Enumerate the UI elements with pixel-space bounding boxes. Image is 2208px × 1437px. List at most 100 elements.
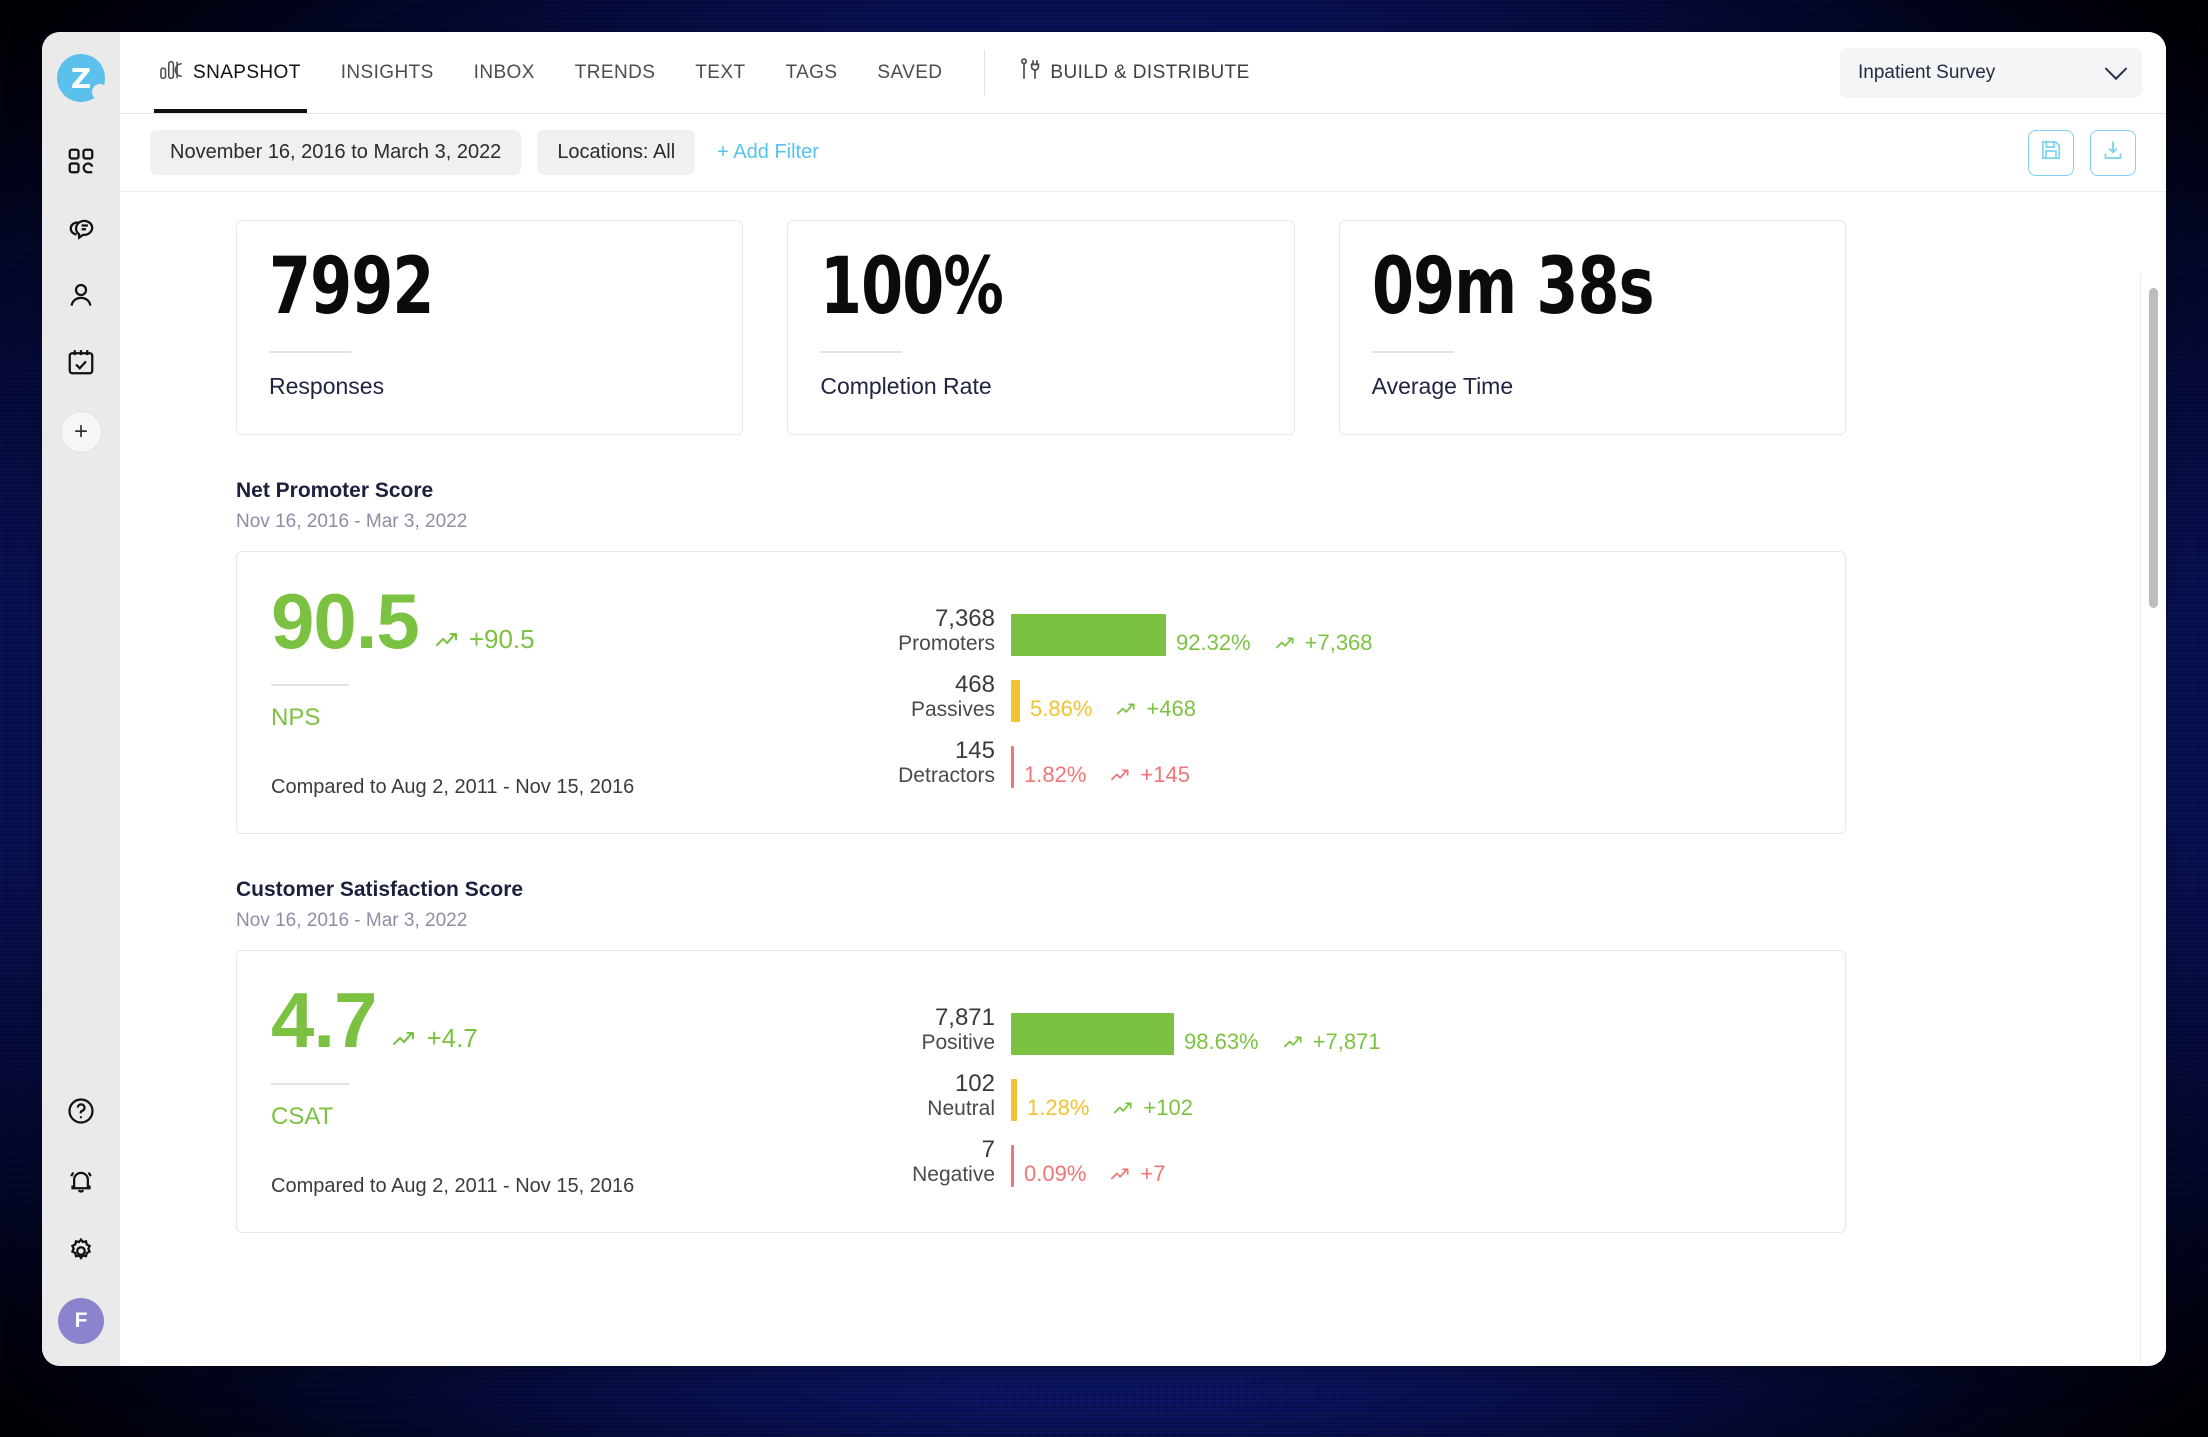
tab-trends[interactable]: TRENDS (555, 32, 676, 113)
locations-filter[interactable]: Locations: All (537, 130, 696, 175)
main-area: SNAPSHOT INSIGHTS INBOX TRENDS TEXT TAGS (120, 32, 2166, 1366)
date-range-filter[interactable]: November 16, 2016 to March 3, 2022 (150, 130, 522, 175)
csat-label: CSAT (271, 1103, 334, 1130)
kpi-value: 7992 (269, 242, 434, 332)
breakdown-labels: 102 Neutral (831, 1069, 1011, 1121)
breakdown-percent: 0.09% (1024, 1161, 1087, 1186)
breakdown-bar-area: 98.63% +7,871 (1011, 1013, 1811, 1055)
breakdown-count: 102 (954, 1069, 995, 1097)
breakdown-trend: +102 (1113, 1095, 1193, 1121)
breakdown-percent: 5.86% (1030, 696, 1093, 721)
add-button[interactable]: + (60, 411, 102, 453)
toolbar-actions (2028, 129, 2136, 176)
breakdown-trend: +468 (1116, 696, 1196, 722)
sidebar-item-help[interactable] (58, 1088, 104, 1134)
kpi-label: Responses (269, 372, 385, 399)
csat-delta: +4.7 (392, 1023, 478, 1054)
app-logo[interactable]: Z (57, 54, 108, 102)
section-subtitle: Nov 16, 2016 - Mar 3, 2022 (236, 511, 468, 532)
tab-tags[interactable]: TAGS (765, 32, 857, 113)
survey-selector-value: Inpatient Survey (1858, 61, 1996, 83)
tab-text[interactable]: TEXT (675, 32, 765, 113)
plus-icon: + (73, 418, 88, 445)
tab-snapshot[interactable]: SNAPSHOT (140, 32, 321, 113)
breakdown-bar (1011, 746, 1014, 788)
kpi-label: Completion Rate (820, 372, 992, 399)
breakdown-row: 468 Passives 5.86% +468 (831, 656, 1811, 722)
breakdown-bar-area: 1.82% +145 (1011, 746, 1811, 788)
tab-snapshot-label: SNAPSHOT (193, 61, 301, 83)
trend-up-icon (1110, 1161, 1132, 1187)
trend-up-icon (1116, 696, 1138, 722)
nps-card: 90.5 +90.5 NPS Compared to Aug 2, 2011 -… (236, 551, 1846, 834)
scrollbar-thumb[interactable] (2149, 288, 2158, 608)
sidebar-item-inbox[interactable] (58, 205, 104, 251)
csat-score-row: 4.7 +4.7 (271, 981, 791, 1059)
nav-divider (984, 50, 986, 95)
breakdown-bar (1011, 1013, 1174, 1055)
download-button[interactable] (2090, 129, 2136, 176)
breakdown-bar-area: 1.28% +102 (1011, 1079, 1811, 1121)
tab-tags-label: TAGS (785, 61, 838, 83)
kpi-value: 100% (820, 242, 1004, 332)
section-title: Net Promoter Score (236, 479, 434, 502)
sidebar-item-notifications[interactable] (58, 1158, 104, 1204)
save-button[interactable] (2028, 129, 2074, 176)
sidebar-item-dashboard[interactable] (58, 138, 104, 184)
avatar[interactable]: F (58, 1298, 104, 1344)
kpi-card-completion-rate: 100% Completion Rate (787, 220, 1295, 435)
person-icon (66, 280, 96, 310)
tab-insights[interactable]: INSIGHTS (321, 32, 454, 113)
top-navigation-bar: SNAPSHOT INSIGHTS INBOX TRENDS TEXT TAGS (120, 32, 2166, 114)
nps-compared-text: Compared to Aug 2, 2011 - Nov 15, 2016 (271, 776, 635, 798)
left-sidebar: Z + F (42, 32, 120, 1366)
trend-up-icon (1283, 1029, 1305, 1055)
kpi-value: 09m 38s (1371, 242, 1655, 332)
floppy-save-icon (2039, 138, 2063, 167)
tab-text-label: TEXT (695, 61, 746, 83)
chat-bubbles-icon (66, 213, 96, 243)
nps-delta: +90.5 (435, 624, 535, 655)
tab-saved[interactable]: SAVED (857, 32, 962, 113)
section-subtitle: Nov 16, 2016 - Mar 3, 2022 (236, 910, 468, 931)
kpi-divider (1371, 350, 1454, 353)
sidebar-item-settings[interactable] (58, 1228, 104, 1274)
breakdown-label: Promoters (898, 632, 995, 656)
breakdown-label: Negative (912, 1163, 995, 1187)
breakdown-bar-area: 92.32% +7,368 (1011, 614, 1811, 656)
tab-build-distribute[interactable]: BUILD & DISTRIBUTE (999, 32, 1269, 113)
tab-insights-label: INSIGHTS (340, 61, 434, 83)
csat-delta-value: +4.7 (426, 1023, 478, 1053)
avatar-initial: F (74, 1309, 88, 1332)
breakdown-bar-area: 0.09% +7 (1011, 1145, 1811, 1187)
section-customer-satisfaction-score: Customer Satisfaction Score Nov 16, 2016… (236, 878, 1846, 1233)
csat-summary: 4.7 +4.7 CSAT Compared to Aug 2, 2011 - … (271, 981, 791, 1198)
calendar-check-icon (66, 347, 96, 377)
breakdown-row: 7 Negative 0.09% +7 (831, 1121, 1811, 1187)
breakdown-delta: +7 (1140, 1161, 1166, 1186)
tab-build-label: BUILD & DISTRIBUTE (1050, 61, 1250, 83)
sidebar-item-tasks[interactable] (58, 339, 104, 385)
breakdown-row: 102 Neutral 1.28% +102 (831, 1055, 1811, 1121)
add-filter-button[interactable]: + Add Filter (717, 141, 819, 164)
nps-breakdown: 7,368 Promoters 92.32% +7,368 468 Passiv… (791, 582, 1811, 788)
breakdown-labels: 7 Negative (831, 1136, 1011, 1187)
app-window: Z + F SNAPSHOT INSIGHTS INBOX TRENDS TEX… (42, 32, 2166, 1366)
kpi-divider (269, 350, 351, 353)
download-icon (2101, 138, 2125, 167)
dashboard-inner: 7992 Responses 100% Completion Rate 09m … (236, 220, 1846, 1233)
breakdown-row: 7,871 Positive 98.63% +7,871 (831, 989, 1811, 1055)
breakdown-percent: 1.28% (1027, 1095, 1090, 1120)
tab-inbox[interactable]: INBOX (454, 32, 555, 113)
csat-breakdown: 7,871 Positive 98.63% +7,871 102 Neutral… (791, 981, 1811, 1187)
sidebar-item-contacts[interactable] (58, 272, 104, 318)
breakdown-trend: +7,871 (1283, 1029, 1381, 1055)
nps-score-row: 90.5 +90.5 (271, 582, 791, 660)
survey-selector[interactable]: Inpatient Survey (1840, 47, 2142, 98)
breakdown-label: Positive (921, 1031, 995, 1055)
csat-divider (271, 1083, 349, 1085)
breakdown-delta: +102 (1143, 1095, 1193, 1120)
trend-up-icon (435, 624, 461, 655)
breakdown-bar (1011, 1145, 1014, 1187)
breakdown-delta: +7,871 (1312, 1029, 1381, 1054)
